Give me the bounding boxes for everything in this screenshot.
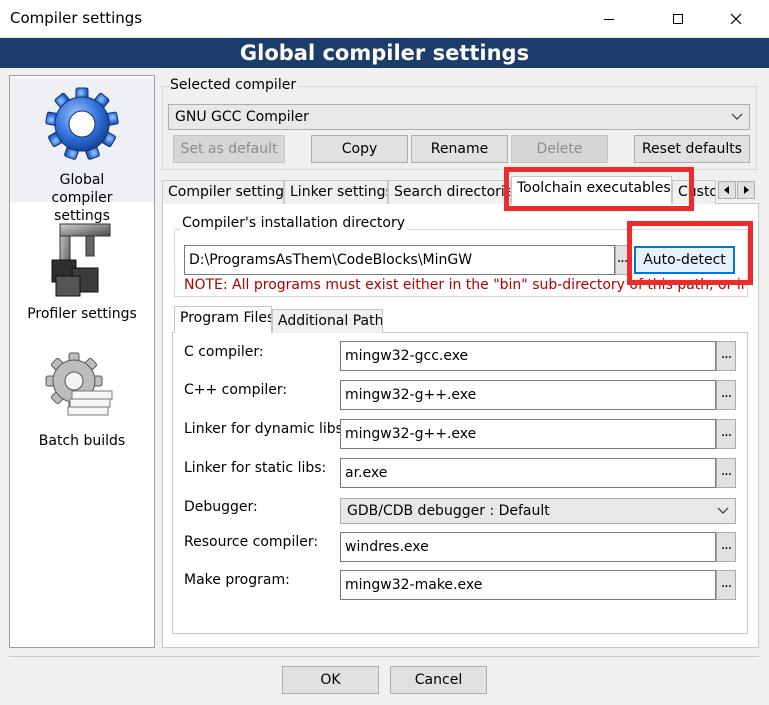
footer-divider <box>9 656 759 657</box>
linker-dynamic-label: Linker for dynamic libs: <box>184 421 348 437</box>
resource-compiler-label: Resource compiler: <box>184 534 319 550</box>
copy-button[interactable]: Copy <box>311 135 408 163</box>
auto-detect-button[interactable]: Auto-detect <box>634 246 735 274</box>
debugger-dropdown[interactable]: GDB/CDB debugger : Default <box>340 498 736 524</box>
debugger-dropdown-value: GDB/CDB debugger : Default <box>347 503 550 519</box>
reset-defaults-button[interactable]: Reset defaults <box>634 135 750 163</box>
debugger-label: Debugger: <box>184 499 258 515</box>
tab-program-files[interactable]: Program Files <box>174 306 272 333</box>
compiler-dropdown[interactable]: GNU GCC Compiler <box>168 104 750 130</box>
sidebar: Global compiler settings Profiler settin… <box>9 75 155 648</box>
install-dir-label: Compiler's installation directory <box>180 215 407 231</box>
tab-search-directories[interactable]: Search directories <box>388 180 511 204</box>
c-compiler-label: C compiler: <box>184 344 264 360</box>
install-dir-input[interactable]: D:\ProgramsAsThem\CodeBlocks\MinGW <box>184 245 615 275</box>
chevron-down-icon <box>717 507 729 514</box>
arrow-right-icon <box>744 186 749 194</box>
sidebar-item-global-compiler[interactable]: Global compiler settings <box>10 78 154 224</box>
rename-button[interactable]: Rename <box>411 135 508 163</box>
chevron-down-icon <box>731 113 743 120</box>
close-icon[interactable] <box>713 0 759 38</box>
make-program-browse-button[interactable]: ... <box>716 570 736 600</box>
window-title: Compiler settings <box>10 9 143 27</box>
cpp-compiler-browse-button[interactable]: ... <box>716 380 736 410</box>
linker-static-label: Linker for static libs: <box>184 460 327 476</box>
tab-scroll-left-button[interactable] <box>718 181 736 199</box>
tab-scroll-right-button[interactable] <box>737 181 755 199</box>
resource-compiler-input[interactable]: windres.exe <box>340 532 716 562</box>
sidebar-item-profiler[interactable]: Profiler settings <box>10 216 154 336</box>
maximize-icon[interactable] <box>655 0 701 38</box>
page-title: Global compiler settings <box>0 38 769 68</box>
linker-static-browse-button[interactable]: ... <box>716 458 736 488</box>
tab-toolchain-executables[interactable]: Toolchain executables <box>511 176 672 204</box>
sidebar-item-label: Profiler settings <box>27 306 137 322</box>
c-compiler-browse-button[interactable]: ... <box>716 341 736 371</box>
batch-gear-icon <box>45 352 113 416</box>
sidebar-item-label: Batch builds <box>38 433 126 449</box>
cpp-compiler-label: C++ compiler: <box>184 382 288 398</box>
cpp-compiler-input[interactable]: mingw32-g++.exe <box>340 380 716 410</box>
caliper-icon <box>51 223 111 297</box>
make-program-input[interactable]: mingw32-make.exe <box>340 570 716 600</box>
minimize-icon[interactable] <box>586 0 632 38</box>
linker-static-input[interactable]: ar.exe <box>340 458 716 488</box>
tab-linker-settings[interactable]: Linker settings <box>284 180 388 204</box>
cancel-button[interactable]: Cancel <box>390 666 487 694</box>
tab-additional-paths[interactable]: Additional Paths <box>272 309 383 333</box>
tab-compiler-settings[interactable]: Compiler settings <box>162 180 284 204</box>
delete-button[interactable]: Delete <box>511 135 608 163</box>
make-program-label: Make program: <box>184 572 290 588</box>
install-dir-browse-button[interactable]: ... <box>615 245 629 275</box>
ok-button[interactable]: OK <box>282 666 379 694</box>
gear-icon <box>45 87 119 160</box>
sidebar-item-batch-builds[interactable]: Batch builds <box>10 351 154 461</box>
tab-custom[interactable]: Custom <box>672 180 716 204</box>
arrow-left-icon <box>724 186 729 194</box>
title-bar: Compiler settings <box>0 0 769 38</box>
install-note: NOTE: All programs must exist either in … <box>184 277 744 293</box>
resource-compiler-browse-button[interactable]: ... <box>716 532 736 562</box>
c-compiler-input[interactable]: mingw32-gcc.exe <box>340 341 716 371</box>
compiler-dropdown-value: GNU GCC Compiler <box>175 109 309 125</box>
linker-dynamic-input[interactable]: mingw32-g++.exe <box>340 419 716 449</box>
set-as-default-button[interactable]: Set as default <box>173 135 285 163</box>
linker-dynamic-browse-button[interactable]: ... <box>716 419 736 449</box>
selected-compiler-label: Selected compiler <box>169 77 298 93</box>
